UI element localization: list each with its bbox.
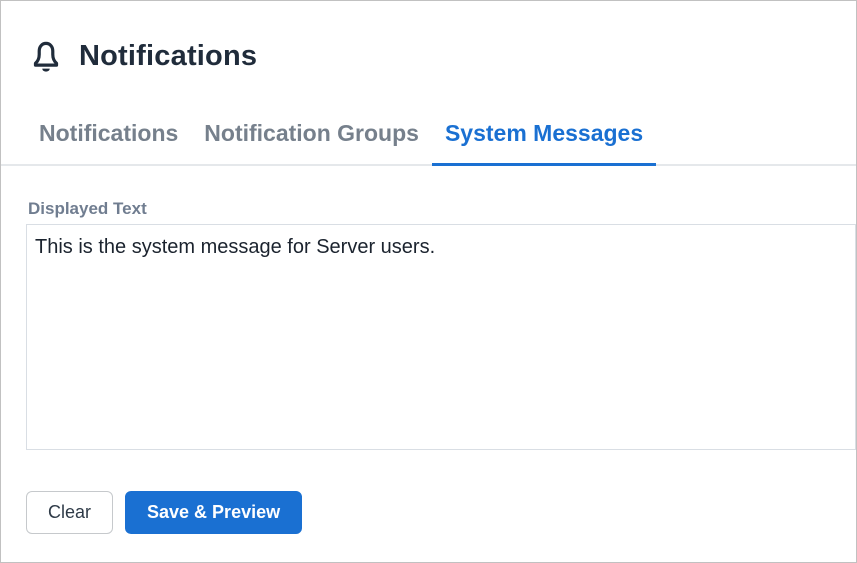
bell-icon bbox=[29, 38, 63, 74]
tab-notification-groups[interactable]: Notification Groups bbox=[191, 120, 432, 166]
tab-notifications[interactable]: Notifications bbox=[26, 120, 191, 166]
tab-system-messages[interactable]: System Messages bbox=[431, 120, 657, 167]
tabbar: Notifications Notification Groups System… bbox=[1, 120, 856, 167]
clear-button[interactable]: Clear bbox=[26, 490, 114, 534]
button-row: Clear Save & Preview bbox=[26, 490, 856, 534]
notifications-page: Notifications Notifications Notification… bbox=[0, 0, 857, 563]
displayed-text-input[interactable]: This is the system message for Server us… bbox=[26, 223, 856, 450]
page-title: Notifications bbox=[79, 39, 258, 72]
save-preview-button[interactable]: Save & Preview bbox=[125, 490, 303, 534]
page-header: Notifications bbox=[29, 38, 856, 74]
displayed-text-label: Displayed Text bbox=[28, 199, 147, 219]
